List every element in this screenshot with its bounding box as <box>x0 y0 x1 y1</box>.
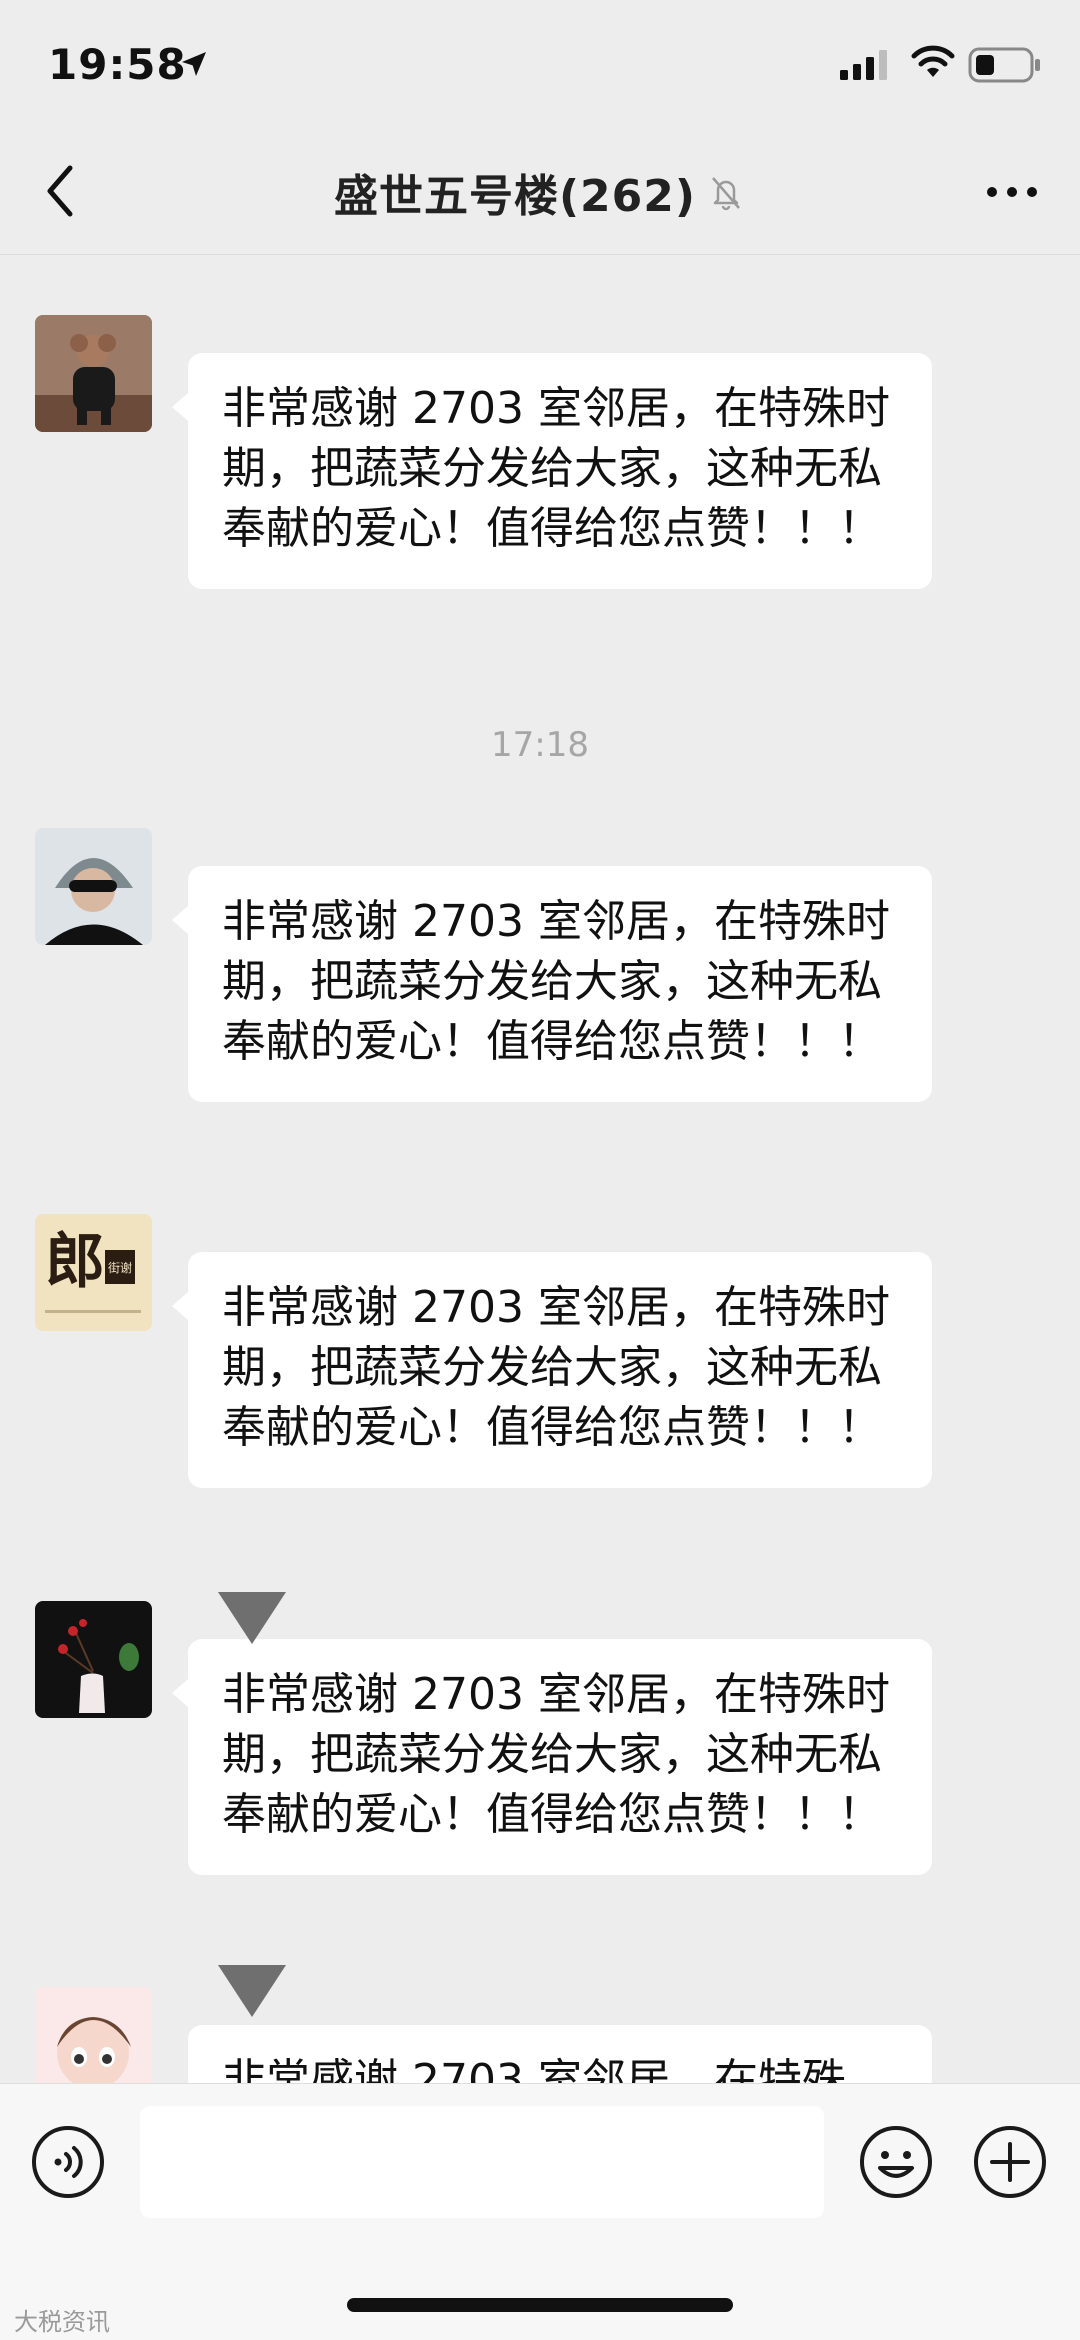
signal-icon <box>840 50 887 80</box>
avatar-3-small: 街谢 <box>108 1260 132 1275</box>
home-indicator[interactable] <box>347 2298 733 2312</box>
bell-off-icon <box>712 177 740 211</box>
message-input[interactable] <box>140 2106 824 2218</box>
more-dots-icon[interactable] <box>982 174 1042 210</box>
message-bubble[interactable]: 非常感谢 2703 室邻居，在特殊时期，把蔬菜分发给大家，这种无私奉献的爱心！值… <box>172 1639 932 1875</box>
message-bubble[interactable]: 非常感谢 2703 室邻居，在特殊时期，把蔬菜分发给大家，这种无私奉献的爱心！值… <box>172 1252 932 1488</box>
battery-icon <box>968 47 1040 83</box>
nav-bar: 盛世五号楼(262) <box>0 130 1080 255</box>
avatar-3-glyph: 郎 <box>45 1227 105 1297</box>
plus-circle-icon[interactable] <box>972 2124 1048 2200</box>
status-time: 19:58 <box>48 40 187 89</box>
avatar[interactable] <box>35 1987 152 2083</box>
voice-icon[interactable] <box>30 2124 106 2200</box>
message-bubble[interactable]: 非常感谢 2703 室邻居，在特殊 <box>188 2025 932 2083</box>
avatar[interactable] <box>35 828 152 945</box>
status-bar: 19:58 <box>0 0 1080 130</box>
down-arrow-icon <box>218 1592 286 1644</box>
watermark: 大税资讯 <box>14 2308 110 2336</box>
message-bubble-text: 非常感谢 2703 室邻居，在特殊 <box>222 2055 846 2083</box>
wifi-icon <box>911 45 955 77</box>
title-wrap: 盛世五号楼(262) <box>0 130 1080 254</box>
avatar[interactable] <box>35 315 152 432</box>
location-arrow-icon <box>182 52 206 76</box>
down-arrow-icon <box>218 1965 286 2017</box>
chat-title[interactable]: 盛世五号楼(262) <box>334 160 696 224</box>
message-bubble[interactable]: 非常感谢 2703 室邻居，在特殊时期，把蔬菜分发给大家，这种无私奉献的爱心！值… <box>172 866 932 1102</box>
emoji-icon[interactable] <box>858 2124 934 2200</box>
avatar[interactable]: 郎 街谢 <box>35 1214 152 1331</box>
avatar[interactable] <box>35 1601 152 1718</box>
message-bubble[interactable]: 非常感谢 2703 室邻居，在特殊时期，把蔬菜分发给大家，这种无私奉献的爱心！值… <box>172 353 932 589</box>
timestamp: 17:18 <box>491 725 589 765</box>
